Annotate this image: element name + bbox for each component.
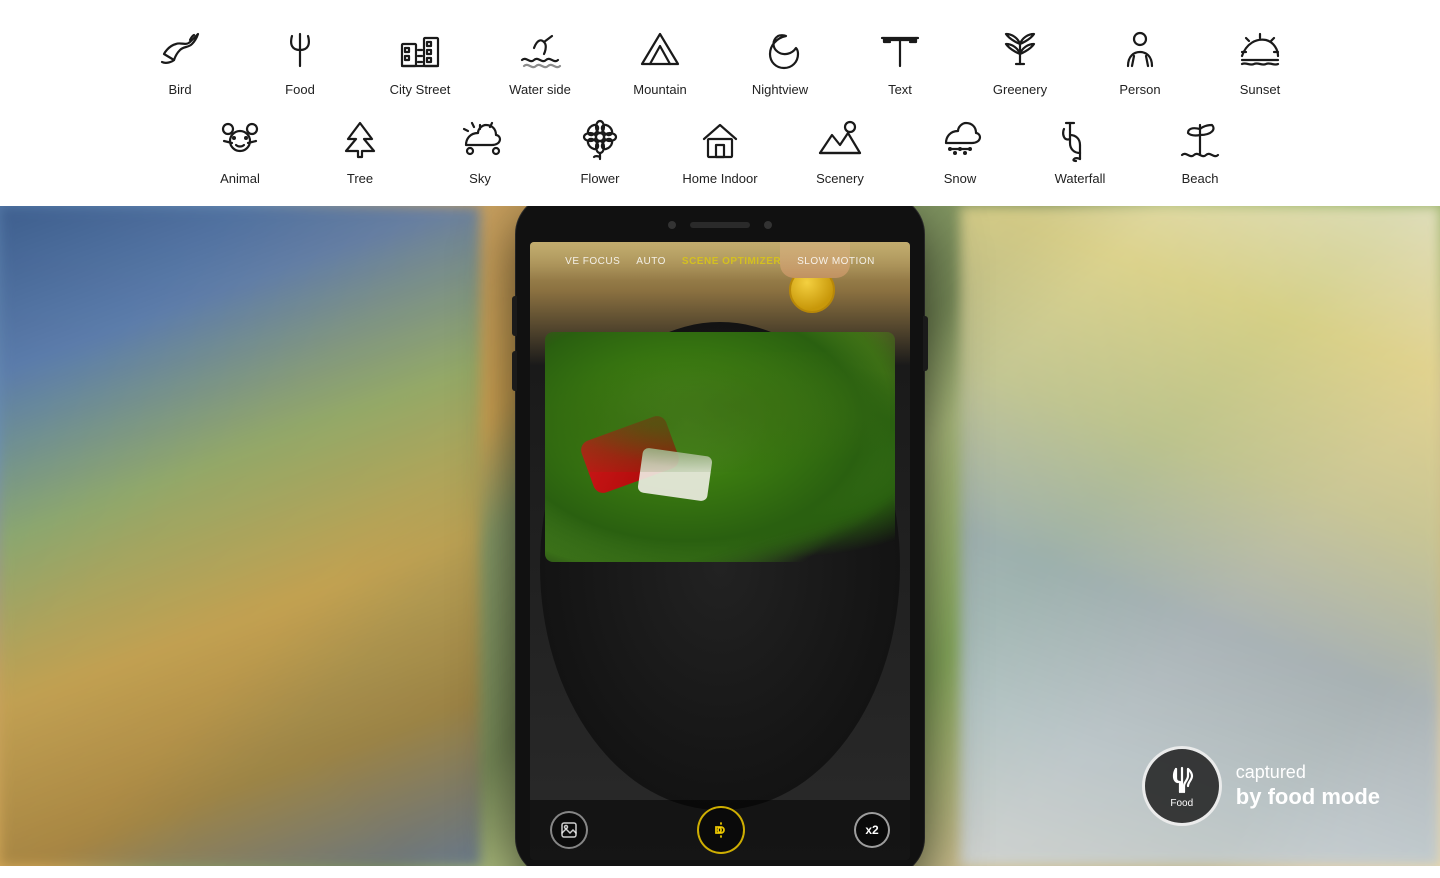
sunset-label: Sunset [1240,82,1280,97]
tree-label: Tree [347,171,373,186]
camera-mode-bar: VE FOCUS AUTO SCENE OPTIMIZER SLOW MOTIO… [530,242,910,280]
mode-scene-optimizer[interactable]: SCENE OPTIMIZER [682,256,781,267]
home-indoor-label: Home Indoor [682,171,757,186]
bird-icon [154,24,206,76]
icon-item-tree: Tree [300,107,420,192]
icon-item-greenery: Greenery [960,18,1080,103]
waterfall-icon [1054,113,1106,165]
icon-item-person: Person [1080,18,1200,103]
food-mode-badge: Food captured by food mode [1142,746,1380,826]
icon-item-bird: Bird [120,18,240,103]
zoom-level: x2 [865,823,878,837]
sunset-icon [1234,24,1286,76]
sky-label: Sky [469,171,491,186]
scenery-icon [814,113,866,165]
food-badge-label: Food [1170,798,1193,809]
water-side-label: Water side [509,82,571,97]
icons-row-1: Bird Food City Street Water side [120,18,1320,103]
phone-body: VE FOCUS AUTO SCENE OPTIMIZER SLOW MOTIO… [516,206,924,866]
icon-item-flower: Flower [540,107,660,192]
food-mode-icon: Food [1142,746,1222,826]
flower-icon [574,113,626,165]
phone-mockup: VE FOCUS AUTO SCENE OPTIMIZER SLOW MOTIO… [516,206,924,866]
nightview-icon [754,24,806,76]
icon-item-beach: Beach [1140,107,1260,192]
scene-optimizer-icons: Bird Food City Street Water side [0,0,1440,206]
icon-item-scenery: Scenery [780,107,900,192]
badge-line2: by food mode [1236,784,1380,810]
water-side-icon [514,24,566,76]
scenery-label: Scenery [816,171,864,186]
icon-item-waterfall: Waterfall [1020,107,1140,192]
person-icon [1114,24,1166,76]
food-fork-knife-icon [1166,764,1198,796]
mode-auto[interactable]: AUTO [636,256,666,267]
city-street-icon [394,24,446,76]
mode-live-focus[interactable]: VE FOCUS [565,256,620,267]
badge-line1: captured [1236,762,1380,784]
power-button [923,316,928,371]
mode-slow-motion[interactable]: SLOW MOTION [797,256,875,267]
nightview-label: Nightview [752,82,808,97]
icon-item-mountain: Mountain [600,18,720,103]
sky-icon [454,113,506,165]
city-street-label: City Street [390,82,451,97]
icon-item-city-street: City Street [360,18,480,103]
earpiece [690,222,750,228]
left-background [0,206,480,866]
animal-icon [214,113,266,165]
icon-item-sky: Sky [420,107,540,192]
text-label: Text [888,82,912,97]
icon-item-snow: Snow [900,107,1020,192]
greenery-label: Greenery [993,82,1047,97]
animal-label: Animal [220,171,260,186]
text-icon [874,24,926,76]
gallery-button[interactable] [550,811,588,849]
tree-icon [334,113,386,165]
icon-item-home-indoor: Home Indoor [660,107,780,192]
icon-item-animal: Animal [180,107,300,192]
camera-ui: VE FOCUS AUTO SCENE OPTIMIZER SLOW MOTIO… [530,242,910,860]
bird-label: Bird [168,82,191,97]
volume-up-button [512,296,517,336]
icons-row-2: Animal Tree Sky Flower H [180,107,1260,192]
snow-icon [934,113,986,165]
person-label: Person [1119,82,1160,97]
front-camera [668,221,676,229]
zoom-button[interactable]: x2 [854,812,890,848]
shutter-button[interactable] [697,806,745,854]
snow-label: Snow [944,171,977,186]
mountain-icon [634,24,686,76]
waterfall-label: Waterfall [1055,171,1106,186]
food-badge-text: captured by food mode [1236,762,1380,810]
icon-item-water-side: Water side [480,18,600,103]
food-photo-section: VE FOCUS AUTO SCENE OPTIMIZER SLOW MOTIO… [0,206,1440,866]
greenery-icon [994,24,1046,76]
beach-label: Beach [1182,171,1219,186]
icon-item-sunset: Sunset [1200,18,1320,103]
volume-down-button [512,351,517,391]
sensor [764,221,772,229]
greens-overlay [550,352,890,472]
food-label: Food [285,82,315,97]
food-icon [274,24,326,76]
icon-item-text: Text [840,18,960,103]
beach-icon [1174,113,1226,165]
flower-label: Flower [580,171,619,186]
icon-item-food: Food [240,18,360,103]
home-indoor-icon [694,113,746,165]
phone-screen: VE FOCUS AUTO SCENE OPTIMIZER SLOW MOTIO… [530,242,910,860]
camera-bottom-controls: x2 [530,800,910,860]
icon-item-nightview: Nightview [720,18,840,103]
phone-top-bar [530,210,910,240]
mountain-label: Mountain [633,82,686,97]
